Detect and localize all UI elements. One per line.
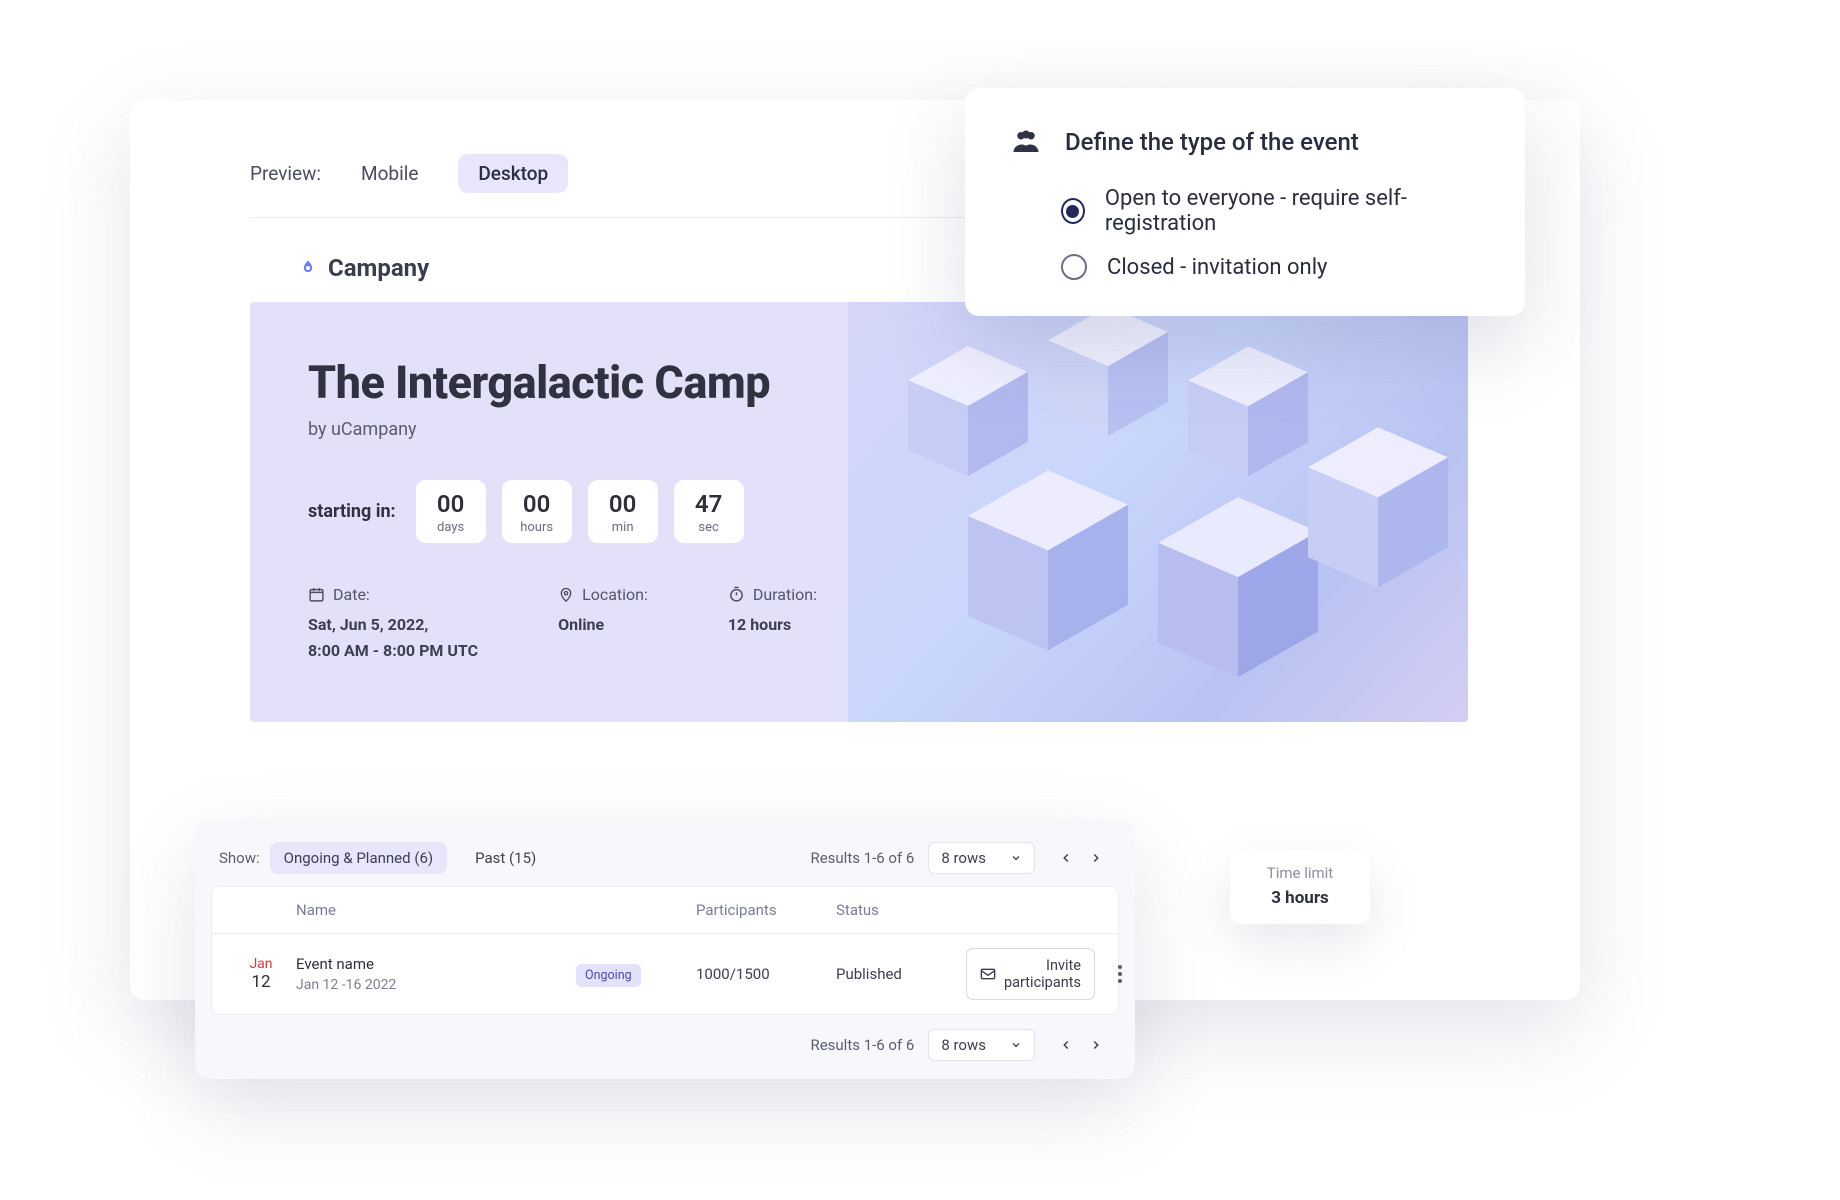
row-participants: 1000/1500 — [696, 965, 836, 983]
event-type-card: Define the type of the event Open to eve… — [965, 88, 1525, 316]
events-table-card: Show: Ongoing & Planned (6) Past (15) Re… — [195, 820, 1135, 1079]
col-name: Name — [296, 901, 576, 919]
results-text-bottom: Results 1-6 of 6 — [810, 1036, 914, 1054]
event-type-option-open-label: Open to everyone - require self-registra… — [1105, 186, 1479, 236]
event-type-option-closed[interactable]: Closed - invitation only — [1061, 254, 1479, 280]
row-name-cell: Event name Jan 12 -16 2022 — [296, 955, 576, 993]
event-type-option-open[interactable]: Open to everyone - require self-registra… — [1061, 186, 1479, 236]
event-date-label: Date: — [333, 585, 370, 604]
table-header: Name Participants Status — [212, 887, 1118, 934]
row-day: 12 — [226, 972, 296, 992]
row-more-menu[interactable] — [1095, 965, 1145, 983]
radio-checked-icon — [1061, 198, 1085, 224]
brand-name: Campany — [328, 254, 429, 282]
show-label: Show: — [219, 849, 260, 867]
row-date-cell: Jan 12 — [226, 956, 296, 992]
countdown-days: 00 days — [416, 480, 486, 543]
stopwatch-icon — [728, 586, 745, 603]
table-toolbar-top: Show: Ongoing & Planned (6) Past (15) Re… — [211, 838, 1119, 886]
location-pin-icon — [558, 586, 574, 603]
preview-label: Preview: — [250, 162, 321, 185]
countdown-hours: 00 hours — [502, 480, 572, 543]
countdown-sec-unit: sec — [674, 520, 744, 535]
countdown-days-unit: days — [416, 520, 486, 535]
countdown-min: 00 min — [588, 480, 658, 543]
countdown-days-value: 00 — [416, 490, 486, 518]
events-table: Name Participants Status Jan 12 Event na… — [211, 886, 1119, 1015]
event-location-label: Location: — [582, 585, 648, 604]
countdown-sec-value: 47 — [674, 490, 744, 518]
time-limit-label: Time limit — [1230, 864, 1370, 882]
rows-per-page-select-bottom[interactable]: 8 rows — [928, 1029, 1035, 1061]
results-text-top: Results 1-6 of 6 — [810, 849, 914, 867]
page-prev-bottom[interactable] — [1051, 1030, 1081, 1060]
invite-participants-label: Invite participants — [1004, 957, 1081, 991]
page-next-top[interactable] — [1081, 843, 1111, 873]
row-event-name: Event name — [296, 955, 576, 973]
people-icon — [1011, 128, 1041, 156]
event-location-block: Location: Online — [558, 585, 648, 663]
status-badge-ongoing: Ongoing — [576, 964, 641, 987]
countdown-min-unit: min — [588, 520, 658, 535]
col-participants: Participants — [696, 901, 836, 919]
countdown-sec: 47 sec — [674, 480, 744, 543]
row-month: Jan — [226, 956, 296, 972]
time-limit-value: 3 hours — [1230, 888, 1370, 908]
event-date-block: Date: Sat, Jun 5, 2022, 8:00 AM - 8:00 P… — [308, 585, 478, 663]
preview-mobile-tab[interactable]: Mobile — [341, 154, 438, 193]
col-status: Status — [836, 901, 966, 919]
rows-per-page-value-bottom: 8 rows — [941, 1036, 986, 1054]
page-next-bottom[interactable] — [1081, 1030, 1111, 1060]
row-date-range: Jan 12 -16 2022 — [296, 977, 576, 993]
envelope-icon — [980, 967, 996, 981]
event-duration-value: 12 hours — [728, 612, 817, 638]
event-type-title: Define the type of the event — [1065, 128, 1359, 156]
starting-in-label: starting in: — [308, 501, 396, 522]
radio-unchecked-icon — [1061, 254, 1087, 280]
filter-past[interactable]: Past (15) — [461, 842, 550, 874]
chevron-down-icon — [1010, 1039, 1022, 1051]
calendar-icon — [308, 586, 325, 603]
rows-per-page-value-top: 8 rows — [941, 849, 986, 867]
brand-logo-icon — [298, 258, 318, 278]
preview-desktop-tab[interactable]: Desktop — [458, 154, 568, 193]
event-duration-label: Duration: — [753, 585, 817, 604]
page-prev-top[interactable] — [1051, 843, 1081, 873]
event-type-option-closed-label: Closed - invitation only — [1107, 255, 1327, 280]
event-duration-block: Duration: 12 hours — [728, 585, 817, 663]
hero-art — [848, 302, 1468, 722]
event-date-line1: Sat, Jun 5, 2022, — [308, 612, 478, 638]
table-row[interactable]: Jan 12 Event name Jan 12 -16 2022 Ongoin… — [212, 934, 1118, 1014]
invite-participants-button[interactable]: Invite participants — [966, 948, 1095, 1000]
event-location-value: Online — [558, 612, 648, 638]
filter-ongoing-planned[interactable]: Ongoing & Planned (6) — [270, 842, 447, 874]
table-toolbar-bottom: Results 1-6 of 6 8 rows — [211, 1015, 1119, 1065]
countdown-hours-unit: hours — [502, 520, 572, 535]
chevron-down-icon — [1010, 852, 1022, 864]
event-hero: The Intergalactic Camp by uCampany start… — [250, 302, 1468, 722]
time-limit-chip: Time limit 3 hours — [1230, 850, 1370, 924]
countdown-min-value: 00 — [588, 490, 658, 518]
row-status: Published — [836, 965, 966, 983]
rows-per-page-select-top[interactable]: 8 rows — [928, 842, 1035, 874]
countdown-hours-value: 00 — [502, 490, 572, 518]
event-type-title-row: Define the type of the event — [1011, 128, 1479, 156]
row-badge-cell: Ongoing — [576, 965, 696, 983]
event-date-line2: 8:00 AM - 8:00 PM UTC — [308, 638, 478, 664]
